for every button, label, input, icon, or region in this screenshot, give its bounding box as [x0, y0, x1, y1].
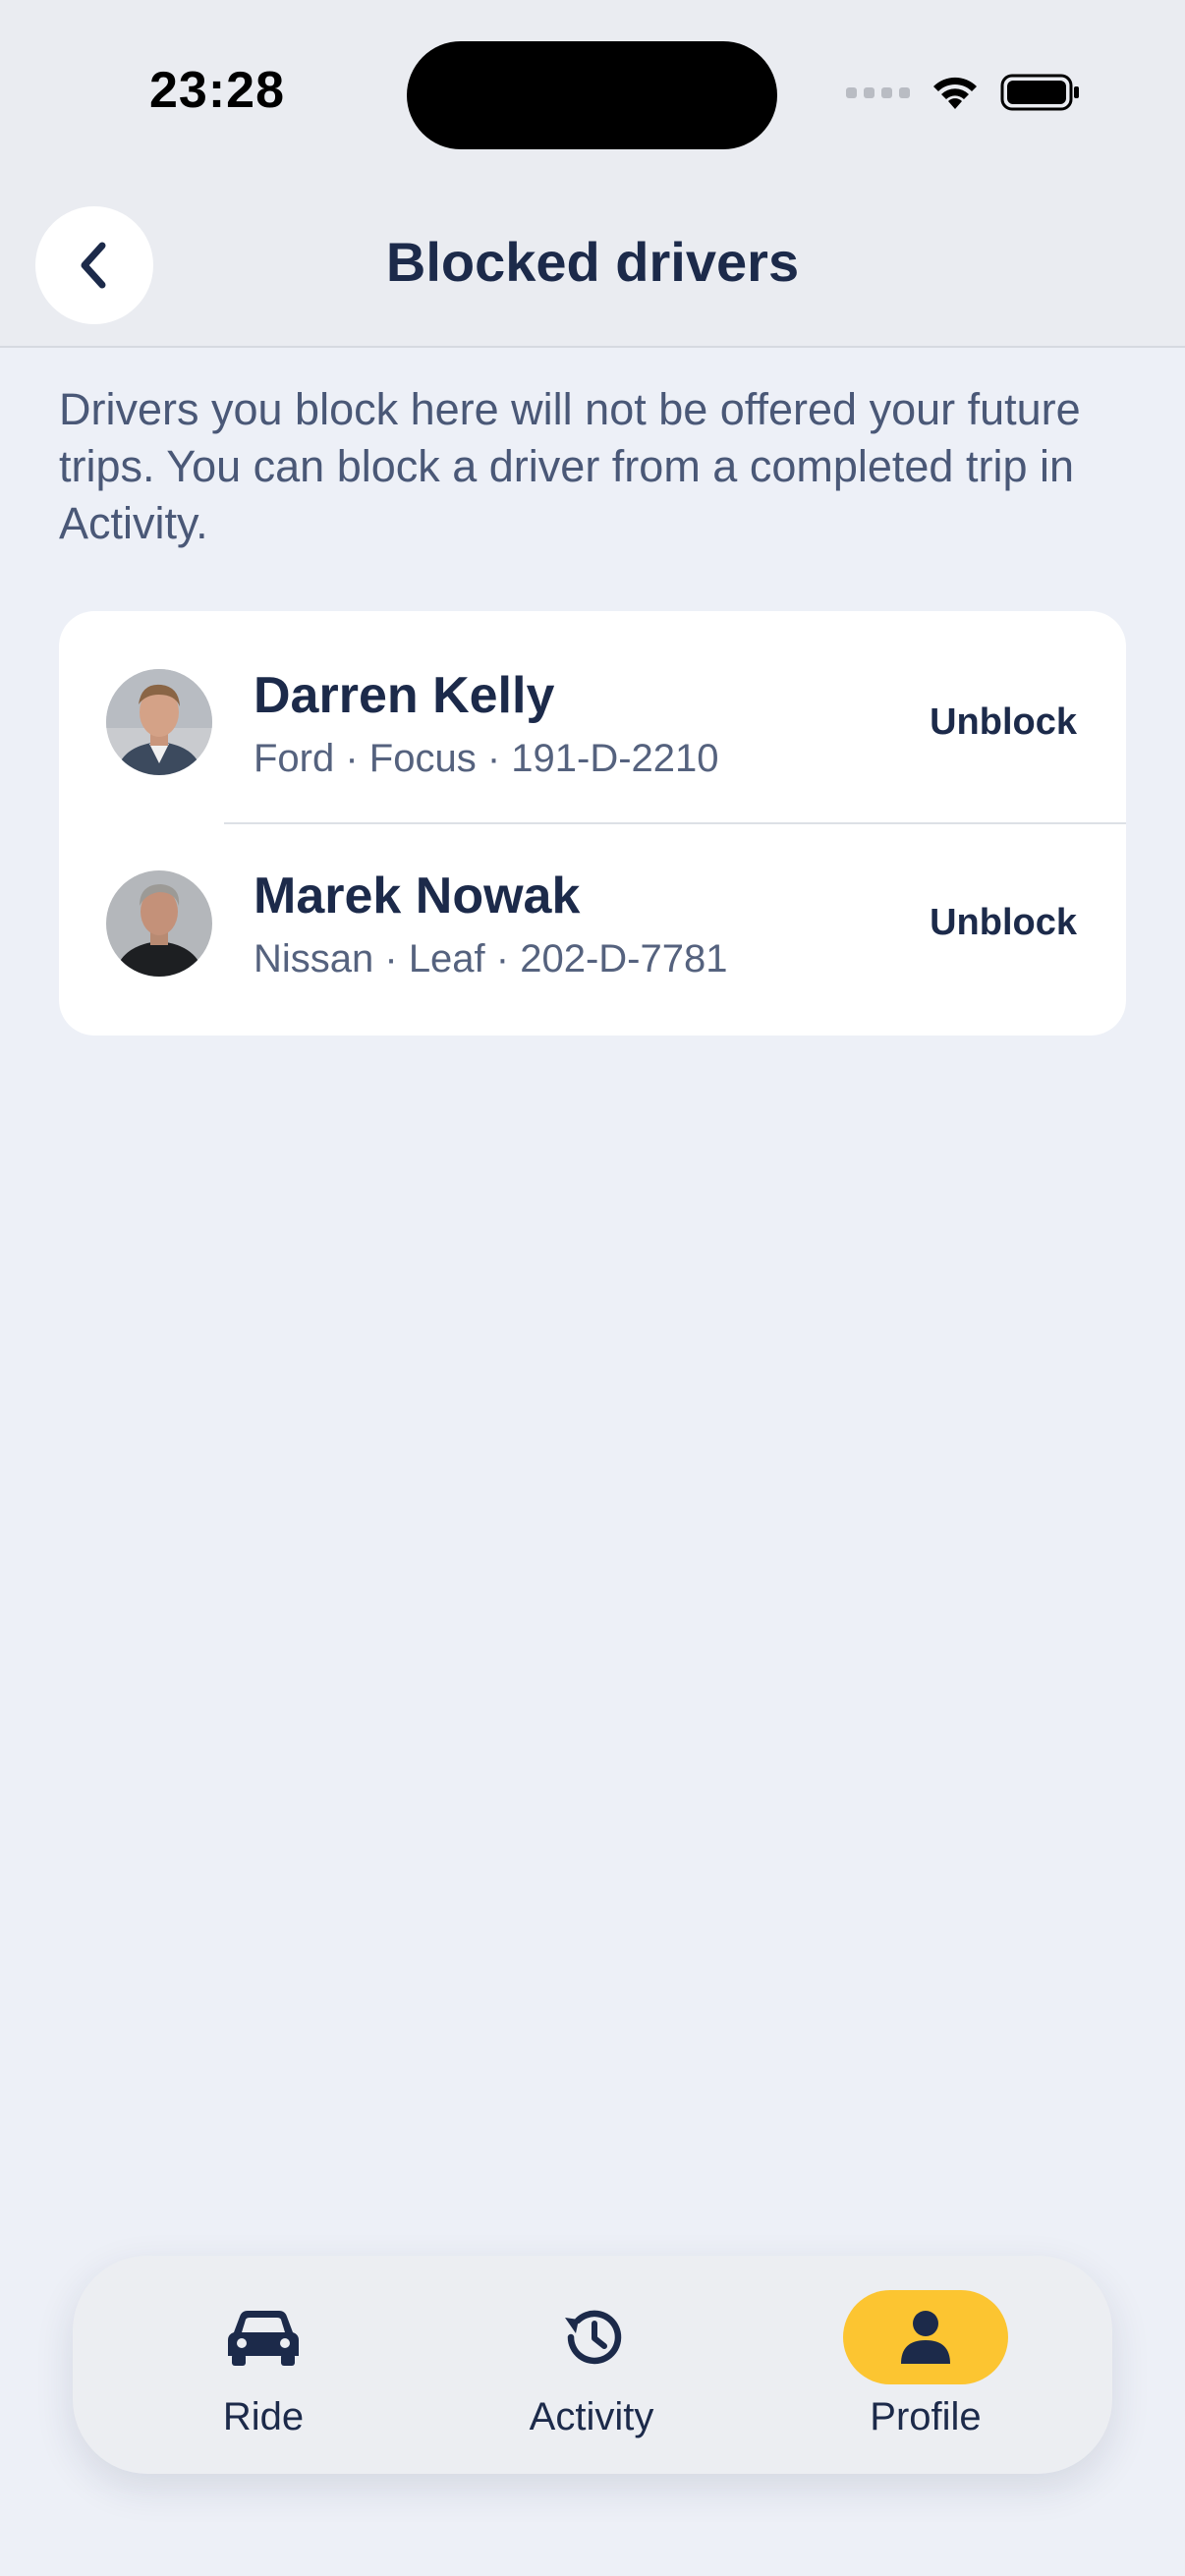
blocked-drivers-list: Darren Kelly Ford · Focus · 191-D-2210 U… [59, 611, 1126, 1036]
driver-vehicle: Ford · Focus · 191-D-2210 [254, 737, 719, 780]
driver-name: Marek Nowak [254, 868, 581, 924]
top-bar: 23:28 Blocked drivers [0, 0, 1185, 348]
status-icons [846, 73, 1081, 112]
unblock-button[interactable]: Unblock [930, 902, 1077, 944]
list-item: Marek Nowak Nissan · Leaf · 202-D-7781 U… [59, 823, 1126, 1026]
cellular-signal-icon [846, 86, 910, 98]
tab-activity[interactable]: Activity [464, 2256, 719, 2474]
page-title: Blocked drivers [385, 231, 800, 293]
car-icon [228, 2311, 299, 2366]
driver-name: Darren Kelly [254, 667, 555, 724]
avatar [106, 669, 212, 775]
tab-bar: Ride Activity Profile [73, 2256, 1112, 2474]
intro-text: Drivers you block here will not be offer… [59, 384, 1081, 548]
person-icon [901, 2311, 950, 2364]
tab-activity-icon-wrap [509, 2290, 674, 2384]
tab-ride-icon-wrap [181, 2290, 346, 2384]
battery-icon [1000, 74, 1079, 111]
tab-label: Ride [222, 2395, 305, 2438]
tab-profile[interactable]: Profile [798, 2256, 1053, 2474]
unblock-button[interactable]: Unblock [930, 701, 1077, 744]
blocked-drivers-screen: 23:28 Blocked drivers Drivers you block … [0, 0, 1185, 2576]
tab-label: Activity [529, 2395, 654, 2438]
tab-ride[interactable]: Ride [136, 2256, 391, 2474]
list-item: Darren Kelly Ford · Focus · 191-D-2210 U… [59, 611, 1126, 813]
history-icon [565, 2310, 622, 2365]
driver-vehicle: Nissan · Leaf · 202-D-7781 [254, 937, 728, 980]
tab-profile-icon-wrap [843, 2290, 1008, 2384]
dynamic-island [407, 41, 777, 149]
status-time: 23:28 [149, 62, 285, 119]
avatar [106, 870, 212, 977]
wifi-icon [933, 77, 977, 109]
tab-label: Profile [870, 2395, 982, 2438]
